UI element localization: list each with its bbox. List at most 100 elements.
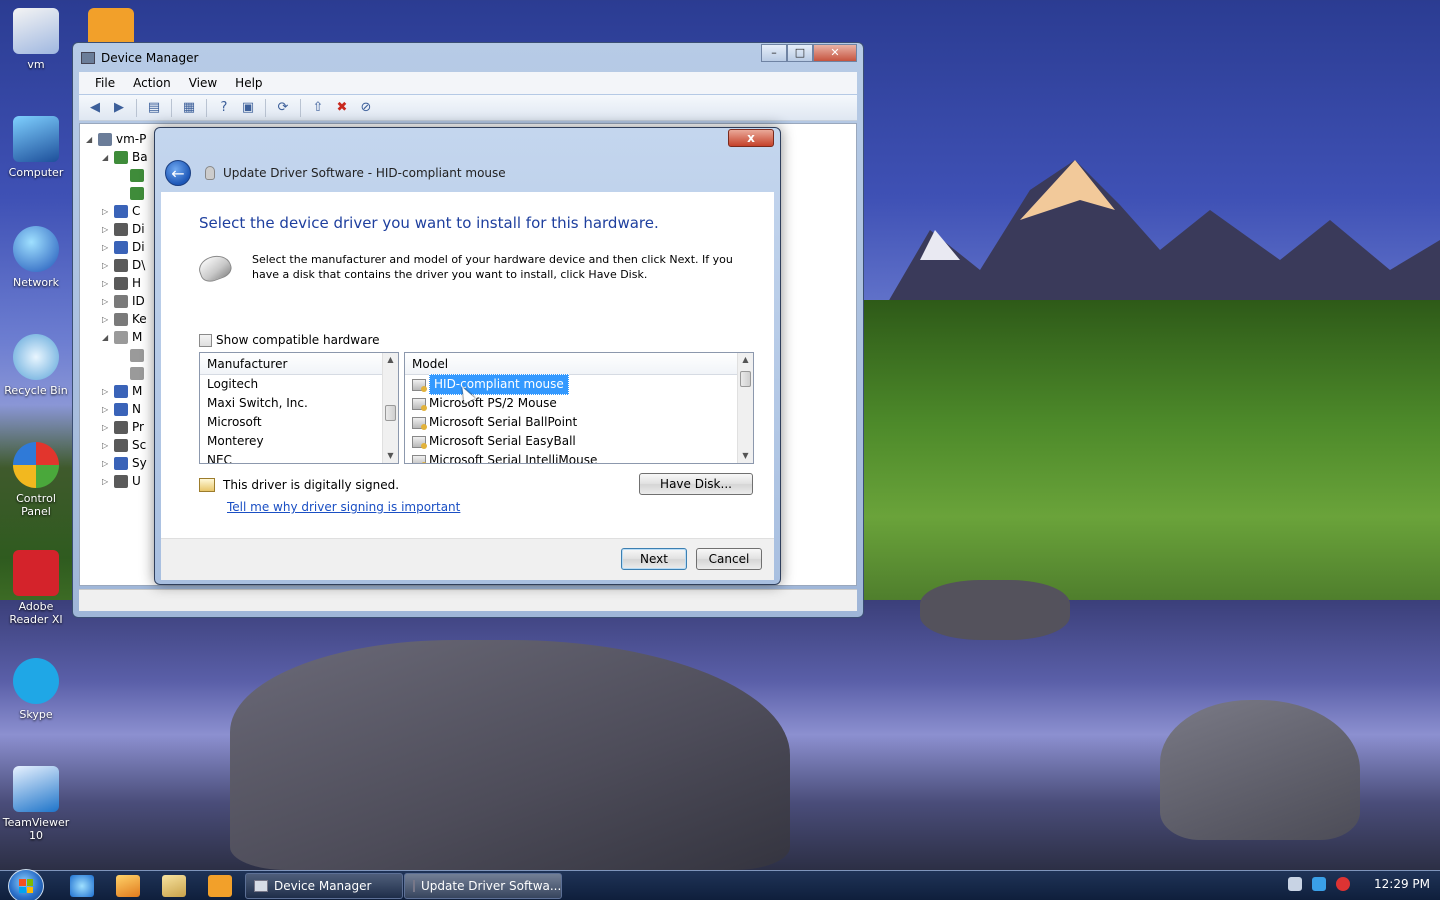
expand-arrow-icon[interactable]: ▷ — [102, 243, 110, 252]
expand-arrow-icon[interactable]: ▷ — [102, 261, 110, 270]
expand-arrow-icon[interactable]: ◢ — [86, 135, 94, 144]
desktop-icon-control-panel[interactable]: Control Panel — [1, 442, 71, 518]
next-button[interactable]: Next — [621, 548, 687, 570]
tree-node[interactable]: ◢ Ba — [102, 148, 148, 166]
model-list[interactable]: Model HID-compliant mouse Microsoft PS/2 … — [404, 352, 754, 464]
manufacturer-scrollbar[interactable]: ▲ ▼ — [382, 353, 398, 463]
show-compatible-option[interactable]: Show compatible hardware — [199, 333, 380, 347]
minimize-button[interactable]: – — [761, 44, 787, 62]
tree-node[interactable]: ◢ M — [102, 328, 142, 346]
tree-node[interactable]: ▷ C — [102, 202, 140, 220]
expand-arrow-icon[interactable]: ▷ — [102, 423, 110, 432]
menu-file[interactable]: File — [87, 74, 123, 92]
menu-action[interactable]: Action — [125, 74, 179, 92]
view-icon[interactable]: ▣ — [238, 99, 258, 117]
model-item[interactable]: Microsoft Serial BallPoint — [405, 413, 753, 432]
tree-node[interactable]: ▷ Sc — [102, 436, 146, 454]
desktop-icon-computer[interactable]: Computer — [1, 116, 71, 179]
tree-node[interactable] — [118, 184, 148, 202]
tree-node[interactable]: ▷ M — [102, 382, 142, 400]
tree-node[interactable]: ▷ ID — [102, 292, 145, 310]
expand-arrow-icon[interactable]: ▷ — [102, 225, 110, 234]
scroll-up-icon[interactable]: ▲ — [383, 353, 398, 367]
model-item[interactable]: Microsoft Serial IntelliMouse — [405, 451, 753, 463]
scroll-thumb[interactable] — [385, 405, 396, 421]
have-disk-button[interactable]: Have Disk... — [639, 473, 753, 495]
tree-node[interactable]: ▷ H — [102, 274, 141, 292]
driver-signing-link[interactable]: Tell me why driver signing is important — [227, 500, 460, 514]
scroll-thumb[interactable] — [740, 371, 751, 387]
forward-arrow-icon[interactable]: ▶ — [109, 99, 129, 117]
expand-arrow-icon[interactable]: ▷ — [102, 315, 110, 324]
uninstall-icon[interactable]: ✖ — [332, 99, 352, 117]
desktop-icon-network[interactable]: Network — [1, 226, 71, 289]
clock[interactable]: 12:29 PM — [1374, 877, 1430, 891]
tree-node[interactable]: ▷ D\ — [102, 256, 145, 274]
expand-arrow-icon[interactable]: ▷ — [102, 207, 110, 216]
expand-arrow-icon[interactable]: ▷ — [102, 297, 110, 306]
menu-view[interactable]: View — [181, 74, 225, 92]
disable-device-icon[interactable]: ⊘ — [356, 99, 376, 117]
device-manager-titlebar[interactable]: Device Manager — [81, 47, 198, 69]
taskbar-device-manager[interactable]: Device Manager — [245, 873, 403, 899]
internet-explorer-icon[interactable] — [70, 875, 94, 897]
expand-arrow-icon[interactable]: ▷ — [102, 459, 110, 468]
expand-arrow-icon[interactable]: ▷ — [102, 441, 110, 450]
expand-arrow-icon[interactable]: ▷ — [102, 279, 110, 288]
tree-node[interactable]: ▷ Ke — [102, 310, 147, 328]
close-button[interactable]: ✕ — [813, 44, 857, 62]
expand-arrow-icon[interactable]: ▷ — [102, 387, 110, 396]
tree-node[interactable]: ▷ N — [102, 400, 141, 418]
file-explorer-icon[interactable] — [162, 875, 186, 897]
show-compatible-checkbox[interactable] — [199, 333, 212, 347]
desktop-icon-teamviewer[interactable]: TeamViewer 10 — [1, 766, 71, 842]
media-player-icon[interactable] — [116, 875, 140, 897]
expand-arrow-icon[interactable]: ◢ — [102, 333, 110, 342]
model-item[interactable]: Microsoft Serial EasyBall — [405, 432, 753, 451]
scan-hardware-icon[interactable]: ⟳ — [273, 99, 293, 117]
desktop-icon-skype[interactable]: Skype — [1, 658, 71, 721]
expand-arrow-icon[interactable]: ◢ — [102, 153, 110, 162]
properties-icon[interactable]: ▦ — [179, 99, 199, 117]
tree-node[interactable]: ▷ Sy — [102, 454, 147, 472]
uc-browser-taskbar-icon[interactable] — [208, 875, 232, 897]
back-arrow-icon[interactable]: ◀ — [85, 99, 105, 117]
tree-node[interactable] — [118, 166, 148, 184]
tree-node[interactable]: ▷ Di — [102, 238, 145, 256]
dialog-close-button[interactable]: x — [728, 129, 774, 147]
scroll-up-icon[interactable]: ▲ — [738, 353, 753, 367]
start-button[interactable] — [8, 869, 44, 900]
desktop-icon-vm[interactable]: vm — [1, 8, 71, 71]
manufacturer-item[interactable]: Maxi Switch, Inc. — [200, 394, 398, 413]
tree-node[interactable]: ▷ U — [102, 472, 141, 490]
safely-remove-icon[interactable] — [1288, 877, 1302, 891]
tree-node[interactable] — [118, 364, 148, 382]
tree-node[interactable]: ▷ Pr — [102, 418, 144, 436]
tree-node[interactable] — [118, 346, 148, 364]
tree-node[interactable]: ▷ Di — [102, 220, 145, 238]
update-driver-icon[interactable]: ⇧ — [308, 99, 328, 117]
manufacturer-item[interactable]: Monterey — [200, 432, 398, 451]
expand-arrow-icon[interactable]: ▷ — [102, 477, 110, 486]
help-icon[interactable]: ? — [214, 99, 234, 117]
maximize-button[interactable]: □ — [787, 44, 813, 62]
expand-arrow-icon[interactable]: ▷ — [102, 405, 110, 414]
model-item[interactable]: Microsoft PS/2 Mouse — [405, 394, 753, 413]
scroll-down-icon[interactable]: ▼ — [738, 449, 753, 463]
network-tray-icon[interactable] — [1312, 877, 1326, 891]
taskbar-update-driver[interactable]: Update Driver Softwa... — [404, 873, 562, 899]
model-scrollbar[interactable]: ▲ ▼ — [737, 353, 753, 463]
menu-help[interactable]: Help — [227, 74, 270, 92]
show-hide-tree-icon[interactable]: ▤ — [144, 99, 164, 117]
scroll-down-icon[interactable]: ▼ — [383, 449, 398, 463]
manufacturer-item[interactable]: NEC — [200, 451, 398, 463]
manufacturer-list[interactable]: Manufacturer Logitech Maxi Switch, Inc. Mi… — [199, 352, 399, 464]
manufacturer-item[interactable]: Microsoft — [200, 413, 398, 432]
desktop-icon-recycle-bin[interactable]: Recycle Bin — [1, 334, 71, 397]
back-button[interactable]: ← — [165, 160, 191, 186]
antivirus-icon[interactable] — [1336, 877, 1350, 891]
manufacturer-item[interactable]: Logitech — [200, 375, 398, 394]
desktop-icon-adobe-reader[interactable]: Adobe Reader XI — [1, 550, 71, 626]
tree-node[interactable]: ◢ vm-P — [86, 130, 146, 148]
cancel-button[interactable]: Cancel — [696, 548, 762, 570]
